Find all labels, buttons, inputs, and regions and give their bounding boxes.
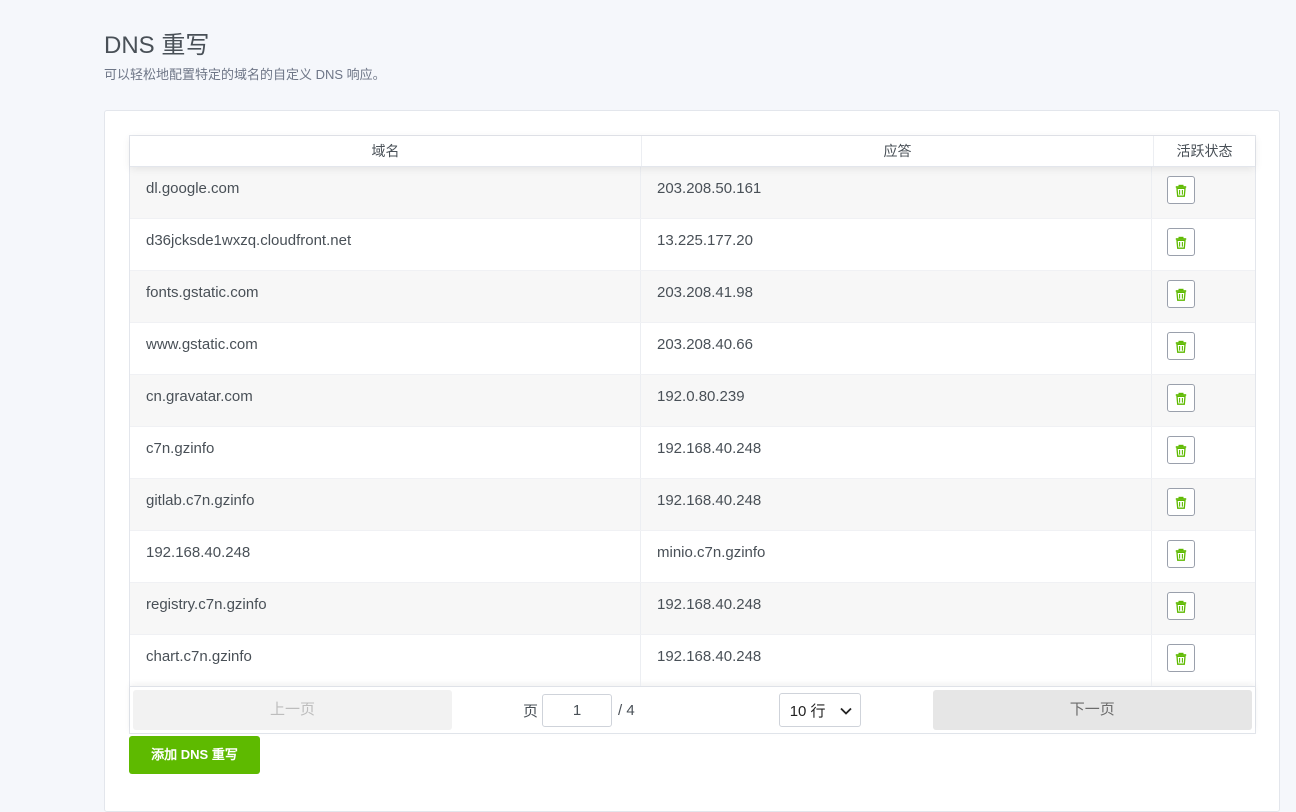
delete-rewrite-button[interactable]: [1167, 280, 1195, 308]
column-header-domain[interactable]: 域名: [130, 136, 642, 166]
row-domain: registry.c7n.gzinfo: [130, 583, 641, 634]
table-body: dl.google.com 203.208.50.161 d36jcksde1wxz…: [130, 167, 1255, 686]
total-pages: / 4: [618, 701, 635, 719]
delete-rewrite-button[interactable]: [1167, 332, 1195, 360]
row-actions: [1152, 219, 1253, 270]
table-row: c7n.gzinfo 192.168.40.248: [130, 427, 1255, 479]
page-title: DNS 重写: [104, 32, 210, 59]
delete-rewrite-button[interactable]: [1167, 176, 1195, 204]
row-actions: [1152, 479, 1253, 530]
row-answer: 192.168.40.248: [641, 583, 1152, 634]
column-header-status: 活跃状态: [1176, 143, 1233, 159]
delete-rewrite-button[interactable]: [1167, 436, 1195, 464]
row-answer: 203.208.41.98: [641, 271, 1152, 322]
row-answer: 13.225.177.20: [641, 219, 1152, 270]
page-jump: 页 / 4: [523, 693, 635, 727]
delete-rewrite-button[interactable]: [1167, 488, 1195, 516]
row-answer: 192.168.40.248: [641, 479, 1152, 530]
page-subtitle: 可以轻松地配置特定的域名的自定义 DNS 响应。: [104, 67, 386, 82]
page-label: 页: [523, 702, 539, 720]
table-header: 域名 应答 活跃状态: [130, 136, 1255, 167]
table-row: registry.c7n.gzinfo 192.168.40.248: [130, 583, 1255, 635]
dns-rewrites-card: 域名 应答 活跃状态 dl.google.com 203.208.50.161 d3…: [104, 110, 1280, 812]
table-row: d36jcksde1wxzq.cloudfront.net 13.225.177.…: [130, 219, 1255, 271]
trash-icon: [1175, 652, 1187, 665]
row-answer: minio.c7n.gzinfo: [641, 531, 1152, 582]
column-header-answer[interactable]: 应答: [642, 136, 1154, 166]
row-domain: cn.gravatar.com: [130, 375, 641, 426]
row-domain: dl.google.com: [130, 167, 641, 218]
dns-rewrites-table: 域名 应答 活跃状态 dl.google.com 203.208.50.161 d3…: [129, 135, 1256, 734]
prev-page-button[interactable]: 上一页: [133, 690, 452, 730]
row-domain: fonts.gstatic.com: [130, 271, 641, 322]
trash-icon: [1175, 184, 1187, 197]
table-row: www.gstatic.com 203.208.40.66: [130, 323, 1255, 375]
trash-icon: [1175, 340, 1187, 353]
add-dns-rewrite-button[interactable]: 添加 DNS 重写: [129, 736, 260, 774]
row-domain: gitlab.c7n.gzinfo: [130, 479, 641, 530]
table-row: dl.google.com 203.208.50.161: [130, 167, 1255, 219]
row-domain: d36jcksde1wxzq.cloudfront.net: [130, 219, 641, 270]
trash-icon: [1175, 236, 1187, 249]
row-actions: [1152, 635, 1253, 686]
trash-icon: [1175, 392, 1187, 405]
table-row: chart.c7n.gzinfo 192.168.40.248: [130, 635, 1255, 686]
trash-icon: [1175, 600, 1187, 613]
delete-rewrite-button[interactable]: [1167, 644, 1195, 672]
row-answer: 192.168.40.248: [641, 635, 1152, 686]
trash-icon: [1175, 548, 1187, 561]
rows-per-page-value: 10 行: [789, 702, 826, 720]
row-answer: 192.168.40.248: [641, 427, 1152, 478]
delete-rewrite-button[interactable]: [1167, 592, 1195, 620]
row-answer: 203.208.50.161: [641, 167, 1152, 218]
row-answer: 192.0.80.239: [641, 375, 1152, 426]
row-actions: [1152, 167, 1253, 218]
table-row: 192.168.40.248 minio.c7n.gzinfo: [130, 531, 1255, 583]
row-domain: 192.168.40.248: [130, 531, 641, 582]
delete-rewrite-button[interactable]: [1167, 384, 1195, 412]
page-number-input[interactable]: [542, 693, 613, 727]
row-domain: chart.c7n.gzinfo: [130, 635, 641, 686]
rows-per-page-select[interactable]: 10 行: [778, 693, 861, 727]
row-domain: c7n.gzinfo: [130, 427, 641, 478]
table-row: gitlab.c7n.gzinfo 192.168.40.248: [130, 479, 1255, 531]
row-domain: www.gstatic.com: [130, 323, 641, 374]
chevron-down-icon: [840, 702, 852, 719]
trash-icon: [1175, 288, 1187, 301]
pagination: 上一页 页 / 4 10 行 下一页: [130, 686, 1255, 733]
row-actions: [1152, 375, 1253, 426]
next-page-button[interactable]: 下一页: [932, 690, 1252, 730]
table-row: fonts.gstatic.com 203.208.41.98: [130, 271, 1255, 323]
trash-icon: [1175, 444, 1187, 457]
trash-icon: [1175, 496, 1187, 509]
row-actions: [1152, 531, 1253, 582]
row-actions: [1152, 427, 1253, 478]
row-answer: 203.208.40.66: [641, 323, 1152, 374]
delete-rewrite-button[interactable]: [1167, 540, 1195, 568]
page-header: DNS 重写 可以轻松地配置特定的域名的自定义 DNS 响应。: [104, 30, 1280, 84]
row-actions: [1152, 271, 1253, 322]
row-actions: [1152, 323, 1253, 374]
row-actions: [1152, 583, 1253, 634]
delete-rewrite-button[interactable]: [1167, 228, 1195, 256]
table-row: cn.gravatar.com 192.0.80.239: [130, 375, 1255, 427]
